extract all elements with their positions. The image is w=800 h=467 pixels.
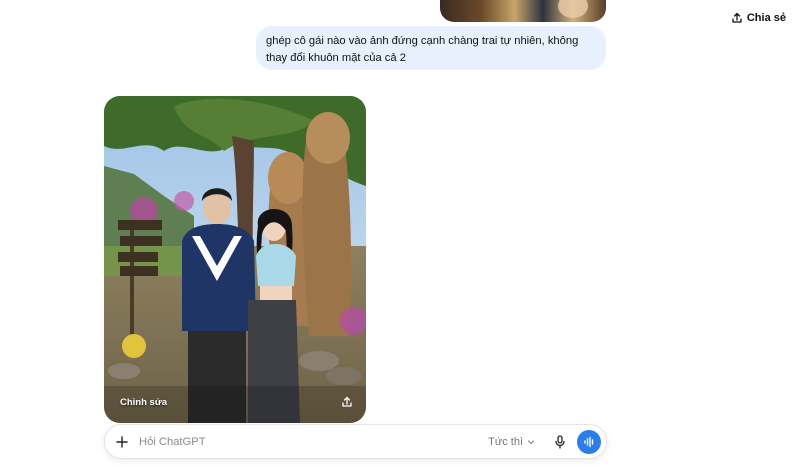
plus-icon bbox=[116, 435, 128, 448]
voice-mode-button[interactable] bbox=[577, 429, 601, 454]
user-message-bubble: ghép cô gái nào vào ảnh đứng cạnh chàng … bbox=[256, 26, 606, 70]
add-attachment-button[interactable] bbox=[105, 425, 139, 459]
voice-waveform-icon bbox=[584, 436, 594, 447]
user-message-text: ghép cô gái nào vào ảnh đứng cạnh chàng … bbox=[266, 35, 579, 64]
chat-composer: Tức thì bbox=[104, 424, 607, 459]
image-detail bbox=[558, 0, 588, 18]
previous-uploaded-image[interactable] bbox=[440, 0, 606, 22]
mode-selector[interactable]: Tức thì bbox=[488, 436, 535, 448]
mic-icon bbox=[555, 434, 565, 449]
share-button[interactable]: Chia sẻ bbox=[727, 6, 790, 30]
mode-label: Tức thì bbox=[488, 435, 523, 448]
share-icon bbox=[732, 12, 742, 23]
edit-image-button[interactable]: Chỉnh sửa bbox=[112, 391, 175, 413]
generated-photo bbox=[104, 96, 366, 423]
share-label: Chia sẻ bbox=[746, 12, 786, 24]
edit-image-label: Chỉnh sửa bbox=[120, 396, 167, 408]
message-input[interactable] bbox=[139, 426, 489, 457]
share-icon bbox=[342, 396, 352, 407]
chevron-down-icon bbox=[527, 439, 535, 444]
generated-image[interactable]: Chỉnh sửa bbox=[104, 96, 366, 423]
image-share-button[interactable] bbox=[338, 393, 356, 411]
dictate-button[interactable] bbox=[549, 431, 571, 453]
